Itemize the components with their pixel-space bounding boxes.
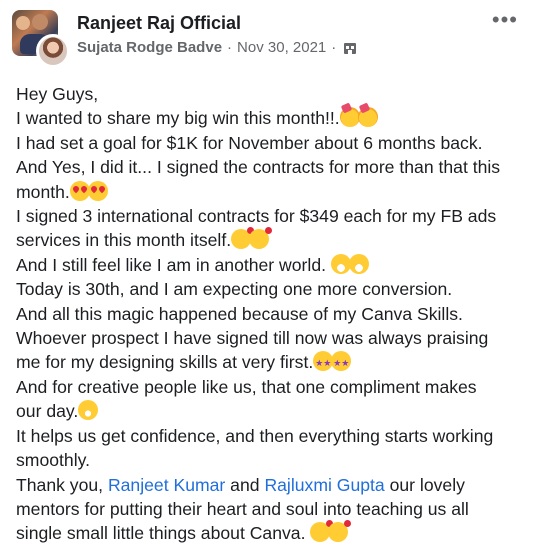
post-line: I wanted to share my big win this month!… bbox=[16, 106, 530, 130]
meta-separator: · bbox=[331, 39, 337, 56]
post-line: month. bbox=[16, 180, 530, 204]
smiling-face-with-hearts-icon bbox=[231, 227, 255, 250]
post-line: And Yes, I did it... I signed the contra… bbox=[16, 157, 501, 178]
group-privacy-icon bbox=[343, 41, 357, 55]
grinning-sweat-icon bbox=[348, 253, 369, 274]
post-line: And I still feel like I am in another wo… bbox=[16, 253, 530, 277]
post-header: Ranjeet Raj Official Sujata Rodge Badve … bbox=[0, 0, 540, 76]
mention-rajluxmi-gupta[interactable]: Rajluxmi Gupta bbox=[264, 475, 384, 495]
mention-ranjeet-kumar[interactable]: Ranjeet Kumar bbox=[108, 475, 225, 495]
post-line: It helps us get confidence, and then eve… bbox=[16, 425, 494, 446]
post-line: And all this magic happened because of m… bbox=[16, 303, 463, 324]
grinning-face-icon bbox=[78, 400, 99, 421]
post-line: services in this month itself. bbox=[16, 227, 530, 252]
heart-eyes-icon bbox=[69, 180, 90, 201]
post-line: I had set a goal for $1K for November ab… bbox=[16, 132, 483, 153]
smiling-face-with-hearts-icon bbox=[249, 227, 273, 250]
post-line: single small little things about Canva. bbox=[16, 520, 530, 545]
post-line: Hey Guys, bbox=[16, 84, 99, 104]
post-meta: Sujata Rodge Badve · Nov 30, 2021 · bbox=[77, 39, 357, 56]
post-line: mentors for putting their heart and soul… bbox=[16, 498, 469, 519]
post-line: Today is 30th, and I am expecting one mo… bbox=[16, 279, 453, 300]
post-line: smoothly. bbox=[16, 450, 90, 471]
author-name[interactable]: Sujata Rodge Badve bbox=[77, 39, 222, 56]
post-line: And for creative people like us, that on… bbox=[16, 376, 477, 397]
grinning-sweat-icon bbox=[330, 253, 351, 274]
smiling-face-with-hearts-icon bbox=[310, 520, 334, 543]
star-struck-icon bbox=[313, 351, 334, 376]
post-line: our day. bbox=[16, 399, 530, 423]
post-line: me for my designing skills at very first… bbox=[16, 350, 530, 376]
partying-face-icon bbox=[339, 107, 360, 128]
smiling-face-with-hearts-icon bbox=[328, 520, 352, 543]
partying-face-icon bbox=[357, 107, 378, 128]
post-body: Hey Guys, I wanted to share my big win t… bbox=[16, 82, 530, 546]
avatar-group[interactable] bbox=[12, 10, 70, 68]
author-avatar[interactable] bbox=[36, 34, 70, 68]
post-line: I signed 3 international contracts for $… bbox=[16, 206, 497, 227]
heart-eyes-icon bbox=[87, 180, 108, 201]
meta-separator: · bbox=[227, 39, 233, 56]
post-line: Thank you, Ranjeet Kumar and Rajluxmi Gu… bbox=[16, 474, 465, 495]
group-name[interactable]: Ranjeet Raj Official bbox=[77, 13, 241, 34]
post-line: Whoever prospect I have signed till now … bbox=[16, 328, 489, 349]
star-struck-icon bbox=[331, 351, 352, 376]
post-date[interactable]: Nov 30, 2021 bbox=[237, 39, 326, 56]
more-horizontal-icon[interactable]: ••• bbox=[492, 9, 518, 31]
